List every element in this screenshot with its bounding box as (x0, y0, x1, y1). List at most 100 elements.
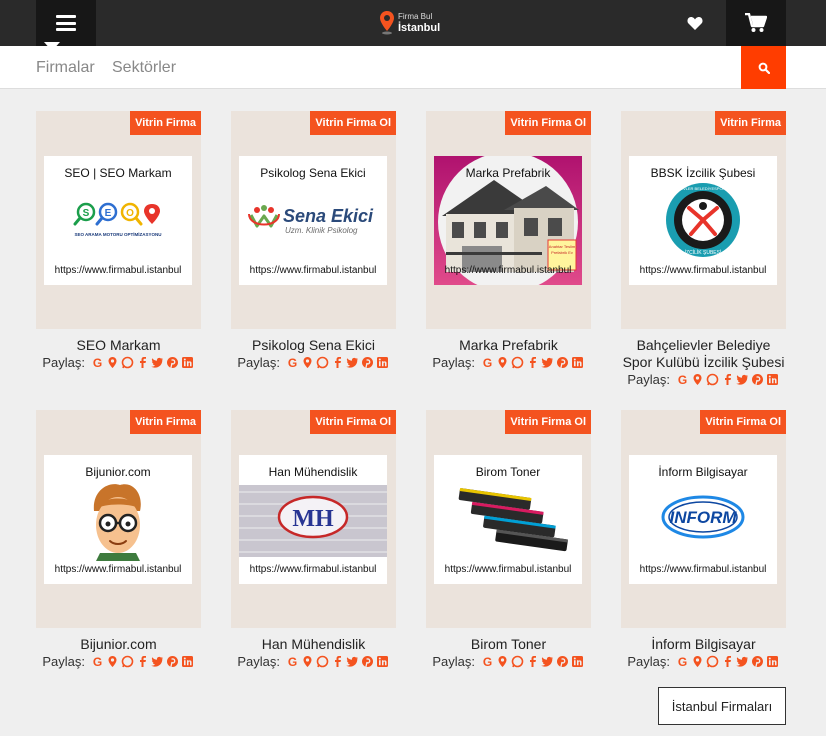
map-pin-icon[interactable] (106, 356, 120, 369)
facebook-icon[interactable] (136, 655, 150, 668)
vitrin-badge[interactable]: Vitrin Firma Ol (505, 111, 591, 135)
vitrin-badge[interactable]: Vitrin Firma (715, 111, 786, 135)
twitter-icon[interactable] (151, 356, 165, 369)
twitter-icon[interactable] (346, 655, 360, 668)
linkedin-icon[interactable] (376, 356, 390, 369)
map-pin-icon[interactable] (496, 655, 510, 668)
vitrin-badge[interactable]: Vitrin Firma Ol (700, 410, 786, 434)
linkedin-icon[interactable] (766, 655, 780, 668)
whatsapp-icon[interactable] (706, 373, 720, 386)
share-icons: G (91, 655, 195, 668)
pinterest-icon[interactable] (556, 356, 570, 369)
company-name[interactable]: Bahçelievler Belediye Spor Kulübü İzcili… (621, 337, 786, 371)
twitter-icon[interactable] (736, 655, 750, 668)
company-tile[interactable]: Vitrin Firma Ol Psikolog Sena Ekici Sena… (231, 111, 396, 329)
google-icon[interactable]: G (286, 655, 300, 668)
whatsapp-icon[interactable] (511, 655, 525, 668)
facebook-icon[interactable] (721, 655, 735, 668)
company-tile[interactable]: Vitrin Firma Ol Anahtar Teslim Prefabrik… (426, 111, 591, 329)
linkedin-icon[interactable] (181, 356, 195, 369)
pinterest-icon[interactable] (751, 373, 765, 386)
site-logo[interactable]: Firma Bul İstanbul (380, 4, 440, 42)
company-tile[interactable]: Vitrin Firma Ol Birom Toner https://www.… (426, 410, 591, 628)
toner-cartridges-art (458, 488, 569, 552)
facebook-icon[interactable] (721, 373, 735, 386)
vitrin-badge[interactable]: Vitrin Firma (130, 111, 201, 135)
share-label: Paylaş: (627, 654, 670, 669)
favorites-button[interactable] (680, 9, 710, 37)
company-name[interactable]: SEO Markam (36, 337, 201, 354)
pinterest-icon[interactable] (751, 655, 765, 668)
nav-firmalar[interactable]: Firmalar (36, 59, 95, 77)
company-name[interactable]: Bijunior.com (36, 636, 201, 653)
linkedin-icon[interactable] (376, 655, 390, 668)
google-icon[interactable]: G (286, 356, 300, 369)
whatsapp-icon[interactable] (316, 655, 330, 668)
company-name[interactable]: Marka Prefabrik (426, 337, 591, 354)
pinterest-icon[interactable] (166, 655, 180, 668)
facebook-icon[interactable] (526, 655, 540, 668)
facebook-icon[interactable] (526, 356, 540, 369)
whatsapp-icon[interactable] (511, 356, 525, 369)
company-tile[interactable]: Vitrin Firma SEO | SEO Markam S E O SEO … (36, 111, 201, 329)
company-name[interactable]: İnform Bilgisayar (621, 636, 786, 653)
twitter-icon[interactable] (151, 655, 165, 668)
cart-button[interactable] (726, 0, 786, 46)
whatsapp-icon[interactable] (706, 655, 720, 668)
map-pin-icon[interactable] (691, 655, 705, 668)
whatsapp-icon[interactable] (121, 356, 135, 369)
vitrin-badge[interactable]: Vitrin Firma Ol (310, 111, 396, 135)
twitter-icon[interactable] (736, 373, 750, 386)
share-icons: G (676, 373, 780, 386)
istanbul-firmalari-button[interactable]: İstanbul Firmaları (658, 687, 786, 725)
whatsapp-icon[interactable] (121, 655, 135, 668)
nav-sektorler[interactable]: Sektörler (112, 59, 176, 77)
company-tile[interactable]: Vitrin Firma Bijunior.com https://www.fi… (36, 410, 201, 628)
company-name[interactable]: Psikolog Sena Ekici (231, 337, 396, 354)
facebook-icon[interactable] (331, 356, 345, 369)
facebook-icon[interactable] (136, 356, 150, 369)
pinterest-icon[interactable] (361, 356, 375, 369)
company-tile[interactable]: Vitrin Firma BBSK İzcilik Şubesi BAHÇELİ… (621, 111, 786, 329)
google-icon[interactable]: G (676, 655, 690, 668)
map-pin-icon[interactable] (691, 373, 705, 386)
twitter-icon[interactable] (346, 356, 360, 369)
share-icons: G (481, 655, 585, 668)
share-row: Paylaş: G (231, 653, 396, 670)
map-pin-icon[interactable] (301, 655, 315, 668)
company-card: Vitrin Firma BBSK İzcilik Şubesi BAHÇELİ… (621, 111, 786, 395)
company-name[interactable]: Han Mühendislik (231, 636, 396, 653)
google-icon[interactable]: G (91, 655, 105, 668)
share-icons: G (286, 655, 390, 668)
pinterest-icon[interactable] (166, 356, 180, 369)
logo-line-2: İstanbul (398, 21, 441, 34)
google-icon[interactable]: G (91, 356, 105, 369)
facebook-icon[interactable] (331, 655, 345, 668)
linkedin-icon[interactable] (571, 356, 585, 369)
linkedin-icon[interactable] (766, 373, 780, 386)
company-tile[interactable]: Vitrin Firma Ol Han Mühendislik MH https… (231, 410, 396, 628)
vitrin-badge[interactable]: Vitrin Firma Ol (310, 410, 396, 434)
search-button[interactable] (741, 46, 786, 89)
map-pin-icon[interactable] (496, 356, 510, 369)
han-muhendislik-logo-art: MH (239, 485, 387, 557)
whatsapp-icon[interactable] (316, 356, 330, 369)
svg-text:O: O (126, 208, 134, 219)
pinterest-icon[interactable] (556, 655, 570, 668)
menu-button[interactable] (36, 0, 96, 46)
vitrin-badge[interactable]: Vitrin Firma Ol (505, 410, 591, 434)
company-name[interactable]: Birom Toner (426, 636, 591, 653)
company-tile[interactable]: Vitrin Firma Ol İnform Bilgisayar INFORM… (621, 410, 786, 628)
map-pin-icon[interactable] (301, 356, 315, 369)
linkedin-icon[interactable] (181, 655, 195, 668)
twitter-icon[interactable] (541, 655, 555, 668)
vitrin-badge[interactable]: Vitrin Firma (130, 410, 201, 434)
pinterest-icon[interactable] (361, 655, 375, 668)
google-icon[interactable]: G (676, 373, 690, 386)
google-icon[interactable]: G (481, 655, 495, 668)
twitter-icon[interactable] (541, 356, 555, 369)
linkedin-icon[interactable] (571, 655, 585, 668)
svg-text:G: G (678, 373, 687, 386)
google-icon[interactable]: G (481, 356, 495, 369)
map-pin-icon[interactable] (106, 655, 120, 668)
